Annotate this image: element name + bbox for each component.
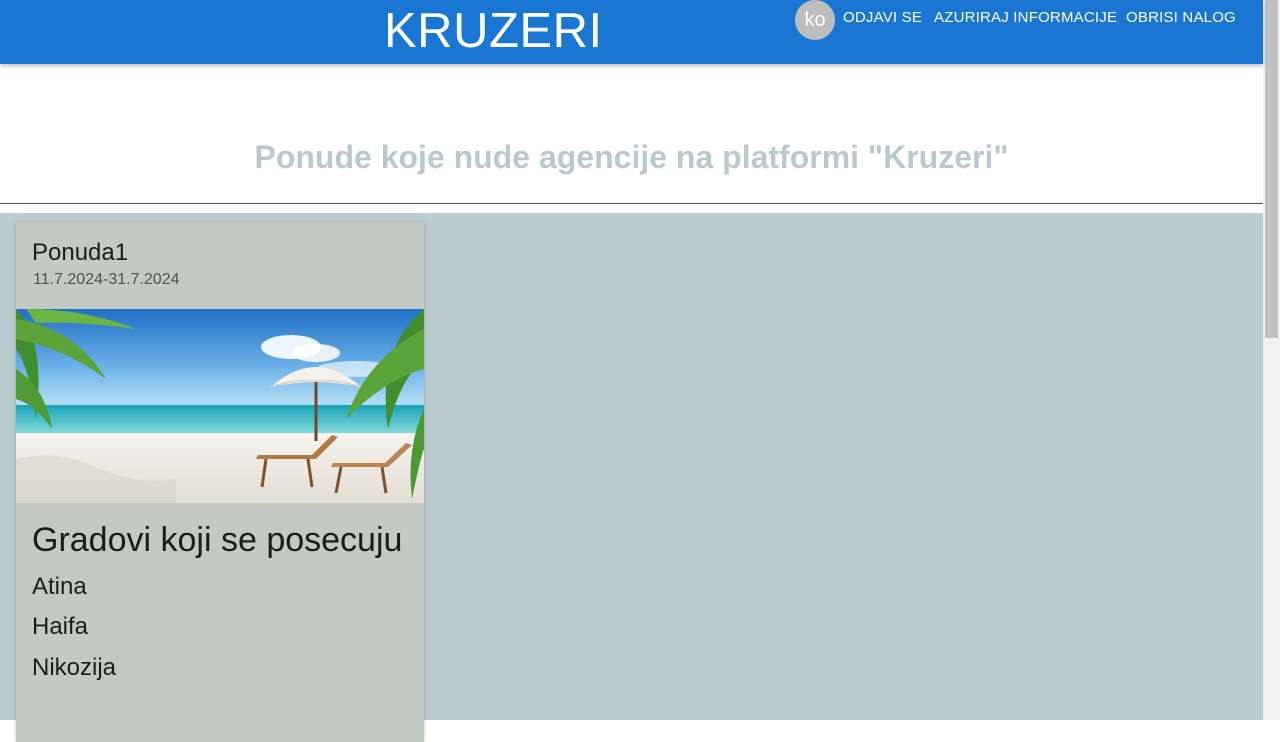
scrollbar-thumb[interactable] xyxy=(1265,0,1278,338)
app-bar: KRUZERI ko ODJAVI SE AZURIRAJ INFORMACIJ… xyxy=(0,0,1263,64)
offer-dates: 11.7.2024-31.7.2024 xyxy=(33,271,180,288)
page-title: Ponude koje nude agencije na platformi "… xyxy=(254,139,1009,175)
vertical-scrollbar[interactable] xyxy=(1263,0,1280,720)
divider xyxy=(0,203,1263,204)
city-item: Haifa xyxy=(32,613,89,640)
beach-image xyxy=(16,309,424,503)
city-item: Nikozija xyxy=(32,654,117,681)
offer-card[interactable]: Ponuda1 11.7.2024-31.7.2024 Gradovi koji… xyxy=(16,222,424,742)
user-avatar[interactable]: ko xyxy=(795,0,835,40)
offers-area: Ponuda1 11.7.2024-31.7.2024 Gradovi koji… xyxy=(0,213,1263,742)
hero-section: Ponude koje nude agencije na platformi "… xyxy=(0,64,1263,203)
delete-account-button[interactable]: OBRISI NALOG xyxy=(1126,0,1236,36)
city-item: Atina xyxy=(32,573,87,600)
update-info-button[interactable]: AZURIRAJ INFORMACIJE xyxy=(934,0,1117,36)
cities-heading: Gradovi koji se posecuju xyxy=(32,521,403,559)
logout-button[interactable]: ODJAVI SE xyxy=(843,0,922,36)
brand-title: KRUZERI xyxy=(384,4,603,58)
offer-title: Ponuda1 xyxy=(32,239,129,266)
